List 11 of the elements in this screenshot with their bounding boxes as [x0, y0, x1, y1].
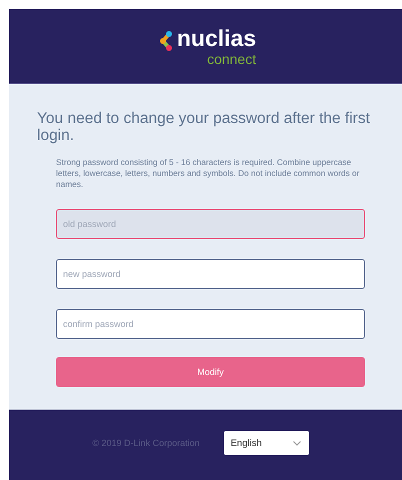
language-select[interactable]: English	[224, 431, 309, 455]
password-field[interactable]: old password	[56, 209, 365, 239]
password-field[interactable]: new password	[56, 259, 365, 289]
logo-subtitle: connect	[207, 51, 256, 67]
password-hint: Strong password consisting of 5 - 16 characters is required. Combine uppercase letters, lowercase, letters, numbers and symbols. Do not include common words or names.	[56, 157, 360, 190]
logo-icon	[158, 30, 173, 52]
password-field[interactable]: confirm password	[56, 309, 365, 339]
copyright-text: © 2019 D-Link Corporation	[92, 438, 200, 448]
chevron-down-icon	[292, 440, 301, 446]
page-heading: You need to change your password after the first login.	[37, 110, 371, 144]
logo-wordmark: nuclias	[176, 25, 256, 51]
